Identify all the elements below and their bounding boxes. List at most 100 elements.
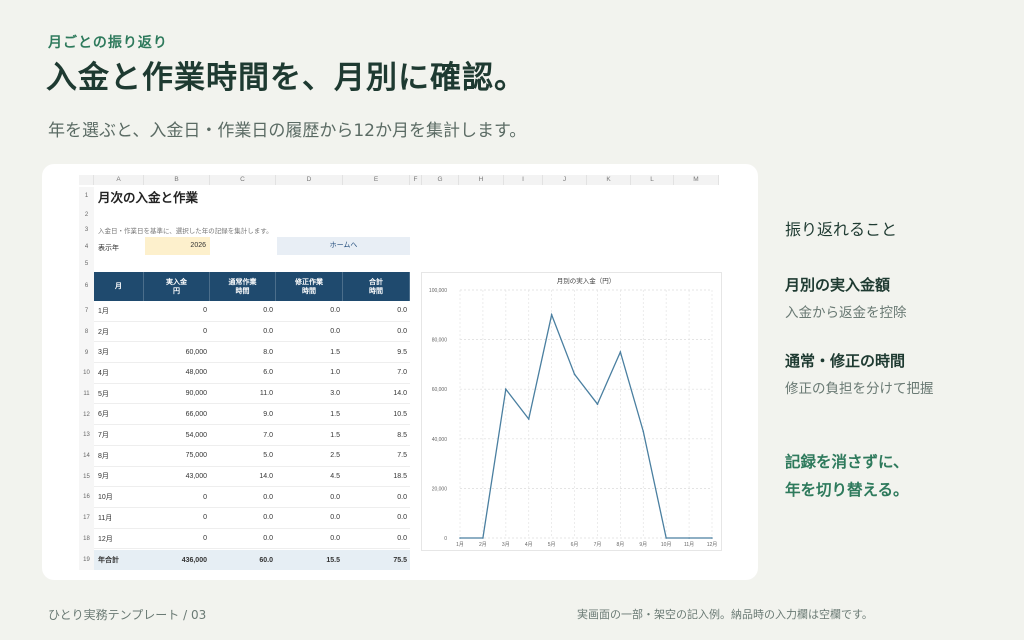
- table-cell[interactable]: 0.0: [276, 328, 343, 335]
- table-cell[interactable]: 54,000: [144, 432, 210, 439]
- table-cell[interactable]: 90,000: [144, 390, 210, 397]
- table-cell[interactable]: 2.5: [276, 452, 343, 459]
- row-header[interactable]: 9: [79, 343, 94, 363]
- table-cell[interactable]: 60,000: [144, 349, 210, 356]
- home-button[interactable]: ホームへ: [277, 237, 410, 255]
- table-cell[interactable]: 1月: [94, 306, 144, 316]
- column-header[interactable]: J: [543, 175, 587, 185]
- row-header[interactable]: 8: [79, 322, 94, 343]
- table-cell[interactable]: 0: [144, 328, 210, 335]
- row-header[interactable]: 3: [79, 224, 94, 237]
- total-cell[interactable]: 436,000: [144, 557, 210, 564]
- table-cell[interactable]: 0.0: [276, 307, 343, 314]
- table-cell[interactable]: 0.0: [343, 307, 410, 314]
- table-cell[interactable]: 0.0: [343, 494, 410, 501]
- table-cell[interactable]: 18.5: [343, 473, 410, 480]
- column-header[interactable]: D: [276, 175, 343, 185]
- table-cell[interactable]: 10月: [94, 492, 144, 502]
- column-header[interactable]: M: [674, 175, 719, 185]
- table-cell[interactable]: 3月: [94, 347, 144, 357]
- table-cell[interactable]: 0.0: [210, 328, 276, 335]
- row-header[interactable]: 17: [79, 508, 94, 529]
- table-cell[interactable]: 1.5: [276, 411, 343, 418]
- table-cell[interactable]: 0.0: [343, 328, 410, 335]
- row-header[interactable]: 12: [79, 405, 94, 425]
- total-cell[interactable]: 年合計: [94, 555, 144, 565]
- row-header[interactable]: 5: [79, 257, 94, 272]
- table-cell[interactable]: 3.0: [276, 390, 343, 397]
- column-header[interactable]: K: [587, 175, 631, 185]
- table-cell[interactable]: 8.0: [210, 349, 276, 356]
- column-header[interactable]: L: [631, 175, 674, 185]
- table-cell[interactable]: 43,000: [144, 473, 210, 480]
- table-cell[interactable]: 2月: [94, 327, 144, 337]
- table-cell[interactable]: 14.0: [210, 473, 276, 480]
- table-cell[interactable]: 9.0: [210, 411, 276, 418]
- table-cell[interactable]: 8月: [94, 451, 144, 461]
- row-header[interactable]: 2: [79, 206, 94, 224]
- row-header[interactable]: 1: [79, 187, 94, 206]
- row-header[interactable]: 6: [79, 272, 94, 301]
- column-header[interactable]: A: [94, 175, 144, 185]
- row-header[interactable]: 14: [79, 446, 94, 467]
- total-cell[interactable]: 60.0: [210, 557, 276, 564]
- row-header[interactable]: 16: [79, 487, 94, 508]
- row-header[interactable]: 18: [79, 529, 94, 550]
- table-cell[interactable]: 11.0: [210, 390, 276, 397]
- table-cell[interactable]: 7月: [94, 430, 144, 440]
- table-cell[interactable]: 0.0: [276, 514, 343, 521]
- row-header[interactable]: 15: [79, 467, 94, 487]
- table-cell[interactable]: 1.5: [276, 432, 343, 439]
- table-cell[interactable]: 0: [144, 494, 210, 501]
- table-cell[interactable]: 75,000: [144, 452, 210, 459]
- table-cell[interactable]: 14.0: [343, 390, 410, 397]
- table-cell[interactable]: 6月: [94, 409, 144, 419]
- table-cell[interactable]: 0: [144, 535, 210, 542]
- column-header[interactable]: G: [422, 175, 459, 185]
- year-input[interactable]: 2026: [145, 237, 210, 255]
- table-cell[interactable]: 1.0: [276, 369, 343, 376]
- table-cell[interactable]: 4.5: [276, 473, 343, 480]
- table-cell[interactable]: 0: [144, 514, 210, 521]
- table-cell[interactable]: 0.0: [210, 514, 276, 521]
- row-header[interactable]: 7: [79, 301, 94, 322]
- table-cell[interactable]: 0.0: [210, 535, 276, 542]
- table-cell[interactable]: 4月: [94, 368, 144, 378]
- total-cell[interactable]: 75.5: [343, 557, 410, 564]
- x-tick-label: 4月: [525, 542, 533, 548]
- table-cell[interactable]: 0.0: [343, 535, 410, 542]
- table-cell[interactable]: 5.0: [210, 452, 276, 459]
- table-cell[interactable]: 9月: [94, 471, 144, 481]
- column-header[interactable]: C: [210, 175, 276, 185]
- table-cell[interactable]: 0.0: [276, 494, 343, 501]
- table-cell[interactable]: 0.0: [343, 514, 410, 521]
- table-cell[interactable]: 0: [144, 307, 210, 314]
- table-cell[interactable]: 12月: [94, 534, 144, 544]
- table-cell[interactable]: 0.0: [210, 307, 276, 314]
- row-header[interactable]: 4: [79, 237, 94, 257]
- table-cell[interactable]: 9.5: [343, 349, 410, 356]
- column-header[interactable]: E: [343, 175, 410, 185]
- row-header[interactable]: 13: [79, 425, 94, 446]
- table-cell[interactable]: 48,000: [144, 369, 210, 376]
- column-header[interactable]: B: [144, 175, 210, 185]
- table-cell[interactable]: 66,000: [144, 411, 210, 418]
- row-header[interactable]: 19: [79, 550, 94, 570]
- table-cell[interactable]: 7.5: [343, 452, 410, 459]
- table-cell[interactable]: 0.0: [210, 494, 276, 501]
- row-header[interactable]: 10: [79, 363, 94, 384]
- table-cell[interactable]: 8.5: [343, 432, 410, 439]
- row-header[interactable]: 11: [79, 384, 94, 405]
- column-header[interactable]: I: [504, 175, 543, 185]
- total-cell[interactable]: 15.5: [276, 557, 343, 564]
- table-cell[interactable]: 6.0: [210, 369, 276, 376]
- table-cell[interactable]: 1.5: [276, 349, 343, 356]
- table-cell[interactable]: 10.5: [343, 411, 410, 418]
- column-header[interactable]: H: [459, 175, 504, 185]
- table-cell[interactable]: 7.0: [343, 369, 410, 376]
- table-cell[interactable]: 5月: [94, 389, 144, 399]
- column-header[interactable]: F: [410, 175, 422, 185]
- table-cell[interactable]: 7.0: [210, 432, 276, 439]
- table-cell[interactable]: 11月: [94, 513, 144, 523]
- table-cell[interactable]: 0.0: [276, 535, 343, 542]
